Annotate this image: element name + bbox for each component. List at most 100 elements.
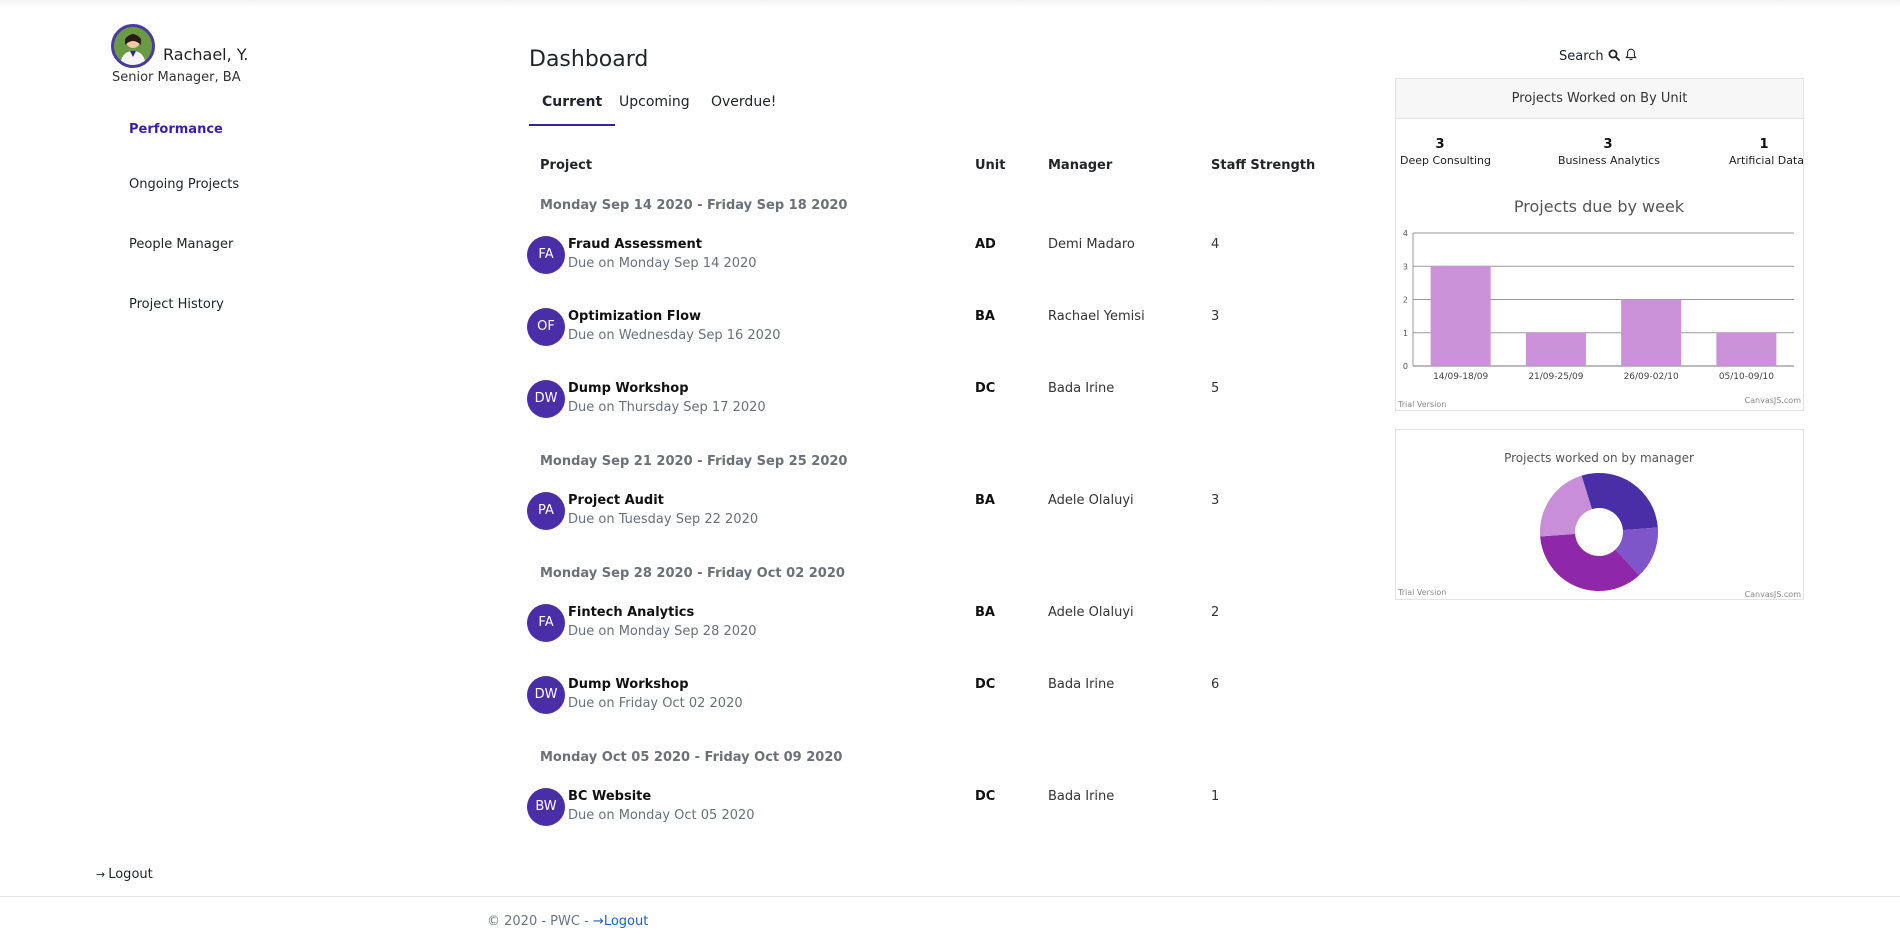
y-tick-label: 0 [1403, 362, 1408, 371]
project-manager: Demi Madaro [1048, 237, 1135, 252]
project-unit: BA [975, 309, 995, 324]
tab-current[interactable]: Current [529, 92, 616, 126]
column-header-staff-strength[interactable]: Staff Strength [1211, 158, 1315, 173]
project-due-date: Due on Thursday Sep 17 2020 [568, 400, 766, 415]
week-header: Monday Sep 14 2020 - Friday Sep 18 2020 [540, 198, 848, 213]
project-unit: BA [975, 493, 995, 508]
bar[interactable] [1430, 266, 1491, 366]
column-header-manager[interactable]: Manager [1048, 158, 1112, 173]
project-name[interactable]: Project Audit [568, 493, 664, 508]
y-tick-label: 1 [1403, 329, 1408, 338]
tab-overdue[interactable]: Overdue! [698, 92, 789, 126]
table-row[interactable]: OF Optimization Flow Due on Wednesday Se… [527, 308, 1327, 352]
units-card: Projects Worked on By Unit 3 Deep Consul… [1395, 78, 1804, 411]
sign-out-icon: → [96, 868, 106, 881]
bar[interactable] [1525, 332, 1586, 366]
bar[interactable] [1621, 299, 1682, 367]
donut-slice[interactable] [1581, 473, 1658, 531]
table-row[interactable]: FA Fraud Assessment Due on Monday Sep 14… [527, 236, 1327, 280]
project-initials-badge: DW [527, 676, 565, 714]
project-staff-strength: 3 [1211, 309, 1220, 324]
tab-upcoming[interactable]: Upcoming [606, 92, 703, 126]
footer-logout-link[interactable]: →Logout [593, 914, 648, 929]
y-tick-label: 3 [1403, 262, 1408, 271]
project-name[interactable]: Fintech Analytics [568, 605, 694, 620]
project-unit: BA [975, 605, 995, 620]
x-tick-label: 14/09-18/09 [1433, 372, 1488, 382]
project-initials-badge: OF [527, 308, 565, 346]
search-link[interactable]: Search [1559, 49, 1620, 64]
sidebar-logout-label: Logout [108, 867, 153, 882]
project-staff-strength: 4 [1211, 237, 1220, 252]
footer: © 2020 - PWC - →Logout [487, 914, 648, 929]
project-name[interactable]: Fraud Assessment [568, 237, 702, 252]
project-name[interactable]: Dump Workshop [568, 381, 689, 396]
donut-chart: Projects worked on by manager Trial Vers… [1397, 451, 1802, 599]
footer-copyright: © 2020 - PWC - [487, 914, 589, 929]
table-row[interactable]: DW Dump Workshop Due on Thursday Sep 17 … [527, 380, 1327, 424]
week-header: Monday Sep 21 2020 - Friday Sep 25 2020 [540, 454, 848, 469]
table-row[interactable]: BW BC Website Due on Monday Oct 05 2020 … [527, 788, 1327, 832]
y-tick-label: 2 [1403, 296, 1408, 305]
unit-stat: 1 Artificial Data [1729, 137, 1805, 167]
bell-icon[interactable] [1625, 48, 1637, 61]
project-due-date: Due on Friday Oct 02 2020 [568, 696, 743, 711]
project-due-date: Due on Wednesday Sep 16 2020 [568, 328, 781, 343]
unit-stat-value: 3 [1435, 137, 1445, 152]
sidebar: Rachael, Y. Senior Manager, BA Performan… [0, 0, 500, 900]
table-row[interactable]: FA Fintech Analytics Due on Monday Sep 2… [527, 604, 1327, 648]
trial-watermark: Trial Version [1397, 400, 1446, 409]
page-title: Dashboard [529, 47, 649, 72]
search-label: Search [1559, 49, 1604, 64]
project-manager: Adele Olaluyi [1048, 605, 1134, 620]
unit-stat-label: Deep Consulting [1400, 154, 1491, 167]
project-initials-badge: PA [527, 492, 565, 530]
avatar[interactable] [111, 24, 155, 68]
bar-chart-title: Projects due by week [1514, 197, 1685, 216]
x-tick-label: 26/09-02/10 [1624, 372, 1679, 382]
project-unit: DC [975, 677, 996, 692]
project-staff-strength: 6 [1211, 677, 1220, 692]
table-row[interactable]: PA Project Audit Due on Tuesday Sep 22 2… [527, 492, 1327, 536]
x-tick-label: 05/10-09/10 [1719, 372, 1774, 382]
project-due-date: Due on Tuesday Sep 22 2020 [568, 512, 759, 527]
bar[interactable] [1716, 332, 1777, 366]
project-unit: AD [975, 237, 996, 252]
donut-slice[interactable] [1540, 475, 1592, 537]
canvasjs-watermark: CanvasJS.com [1745, 396, 1802, 405]
units-card-title: Projects Worked on By Unit [1396, 79, 1803, 119]
project-name[interactable]: BC Website [568, 789, 651, 804]
project-staff-strength: 3 [1211, 493, 1220, 508]
week-header: Monday Sep 28 2020 - Friday Oct 02 2020 [540, 566, 845, 581]
unit-stat-label: Artificial Data [1729, 154, 1805, 167]
magnifier-icon [1608, 49, 1620, 61]
week-header: Monday Oct 05 2020 - Friday Oct 09 2020 [540, 750, 843, 765]
canvasjs-watermark: CanvasJS.com [1745, 590, 1802, 599]
column-header-unit[interactable]: Unit [975, 158, 1005, 173]
sidebar-item-people-manager[interactable]: People Manager [129, 237, 233, 252]
y-tick-label: 4 [1403, 229, 1408, 238]
sidebar-item-performance[interactable]: Performance [129, 122, 223, 137]
unit-stat: 3 Deep Consulting [1400, 137, 1491, 167]
project-initials-badge: FA [527, 236, 565, 274]
sidebar-logout[interactable]: → Logout [96, 867, 153, 882]
donut-chart-title: Projects worked on by manager [1504, 451, 1694, 465]
project-name[interactable]: Dump Workshop [568, 677, 689, 692]
project-manager: Bada Irine [1048, 381, 1115, 396]
sidebar-item-ongoing-projects[interactable]: Ongoing Projects [129, 177, 239, 192]
unit-stat-label: Business Analytics [1558, 154, 1660, 167]
unit-stats: 3 Deep Consulting 3 Business Analytics 1… [1396, 119, 1805, 181]
project-name[interactable]: Optimization Flow [568, 309, 701, 324]
project-staff-strength: 5 [1211, 381, 1220, 396]
column-header-project[interactable]: Project [540, 158, 592, 173]
unit-stat: 3 Business Analytics [1558, 137, 1660, 167]
unit-stat-value: 3 [1603, 137, 1613, 152]
user-name: Rachael, Y. [163, 45, 249, 64]
project-manager: Bada Irine [1048, 677, 1115, 692]
project-initials-badge: FA [527, 604, 565, 642]
table-row[interactable]: DW Dump Workshop Due on Friday Oct 02 20… [527, 676, 1327, 720]
sidebar-item-project-history[interactable]: Project History [129, 297, 224, 312]
project-due-date: Due on Monday Sep 28 2020 [568, 624, 757, 639]
footer-divider [0, 896, 1900, 897]
project-manager: Adele Olaluyi [1048, 493, 1134, 508]
